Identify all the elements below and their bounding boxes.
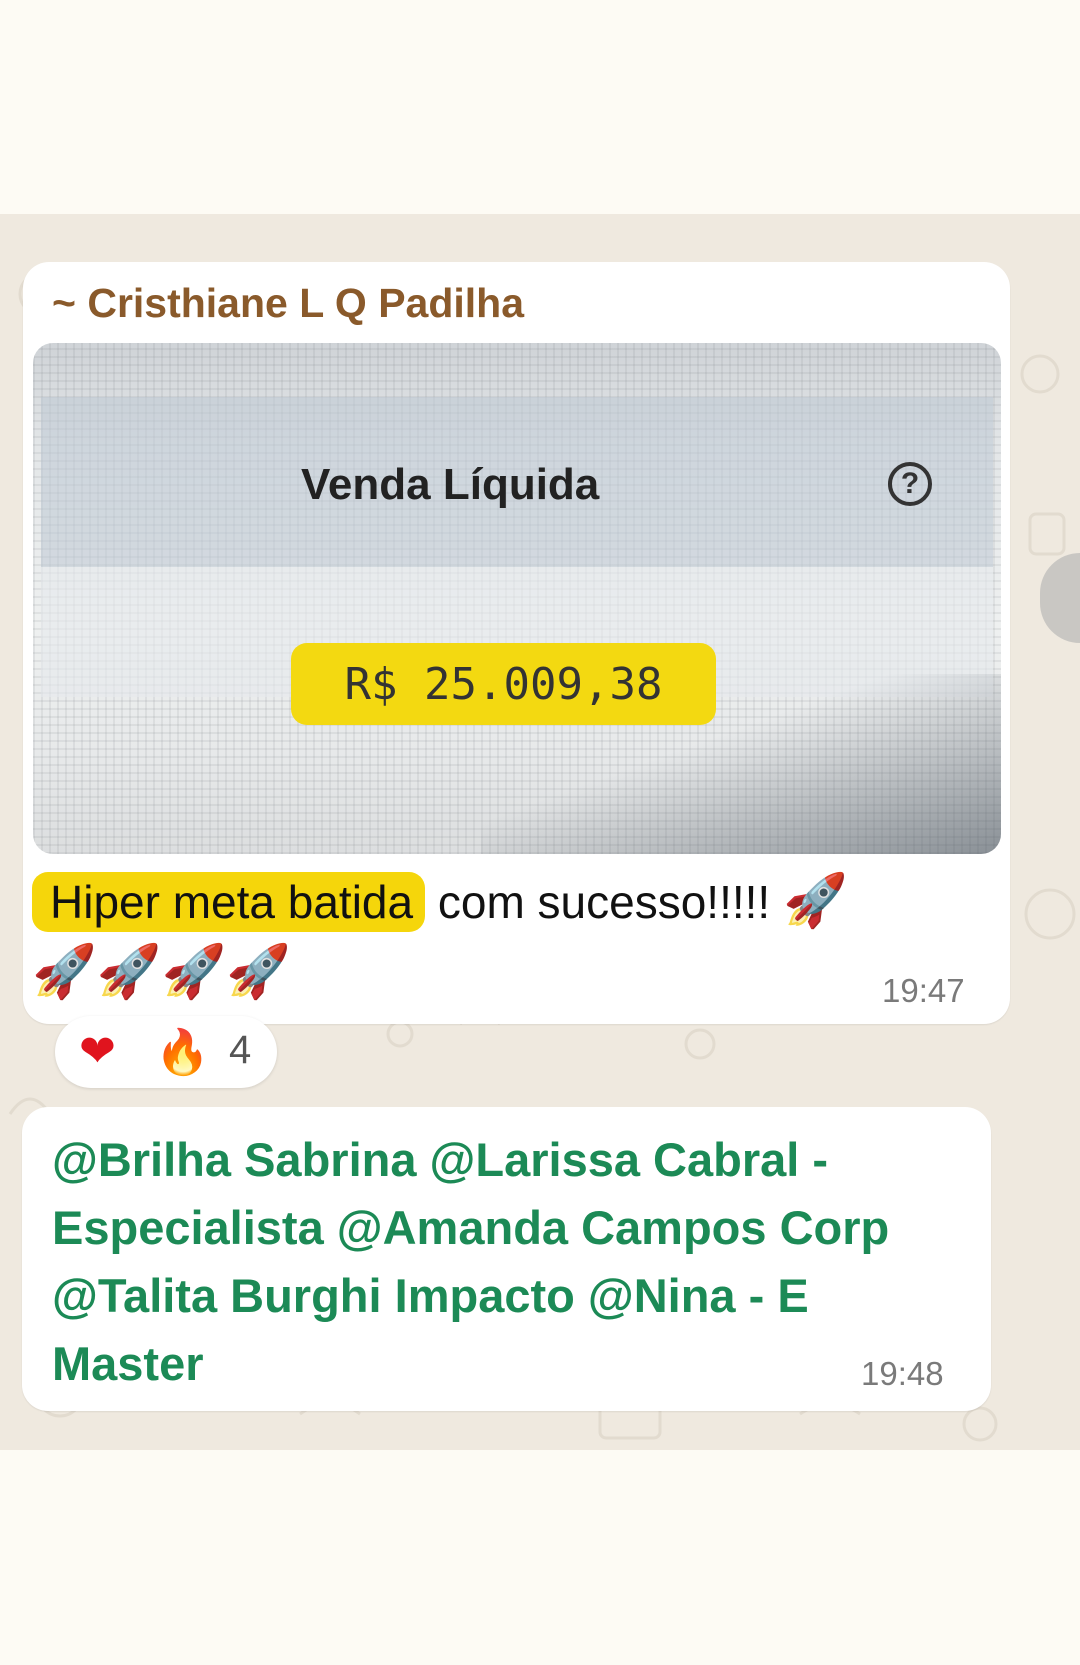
sales-value: R$ 25.009,38 <box>344 658 663 710</box>
fire-reaction-icon: 🔥 <box>155 1028 210 1077</box>
mentions-text[interactable]: @Brilha Sabrina @Larissa Cabral - Especi… <box>52 1126 952 1398</box>
heart-reaction-icon: ❤ <box>79 1027 116 1076</box>
image-title: Venda Líquida <box>301 460 600 509</box>
caption-highlight: Hiper meta batida <box>32 872 426 932</box>
rocket-emoji: 🚀 <box>783 872 848 930</box>
message-time: 19:47 <box>882 972 965 1009</box>
rocket-emoji-line: 🚀🚀🚀🚀 <box>32 943 291 1001</box>
sender-name[interactable]: ~ Cristhiane L Q Padilha <box>52 280 524 327</box>
reaction-count: 4 <box>229 1028 252 1072</box>
value-highlight: R$ 25.009,38 <box>291 643 716 725</box>
reactions-pill[interactable]: ❤ 🔥 4 <box>55 1016 277 1088</box>
message-time: 19:48 <box>861 1355 944 1392</box>
help-icon: ? <box>888 462 932 506</box>
image-attachment[interactable]: Venda Líquida ? R$ 25.009,38 <box>33 343 1001 854</box>
message-caption: Hiper meta batida com sucesso!!!!! 🚀 🚀🚀🚀… <box>32 866 972 1008</box>
caption-text: com sucesso!!!!! <box>425 876 783 928</box>
